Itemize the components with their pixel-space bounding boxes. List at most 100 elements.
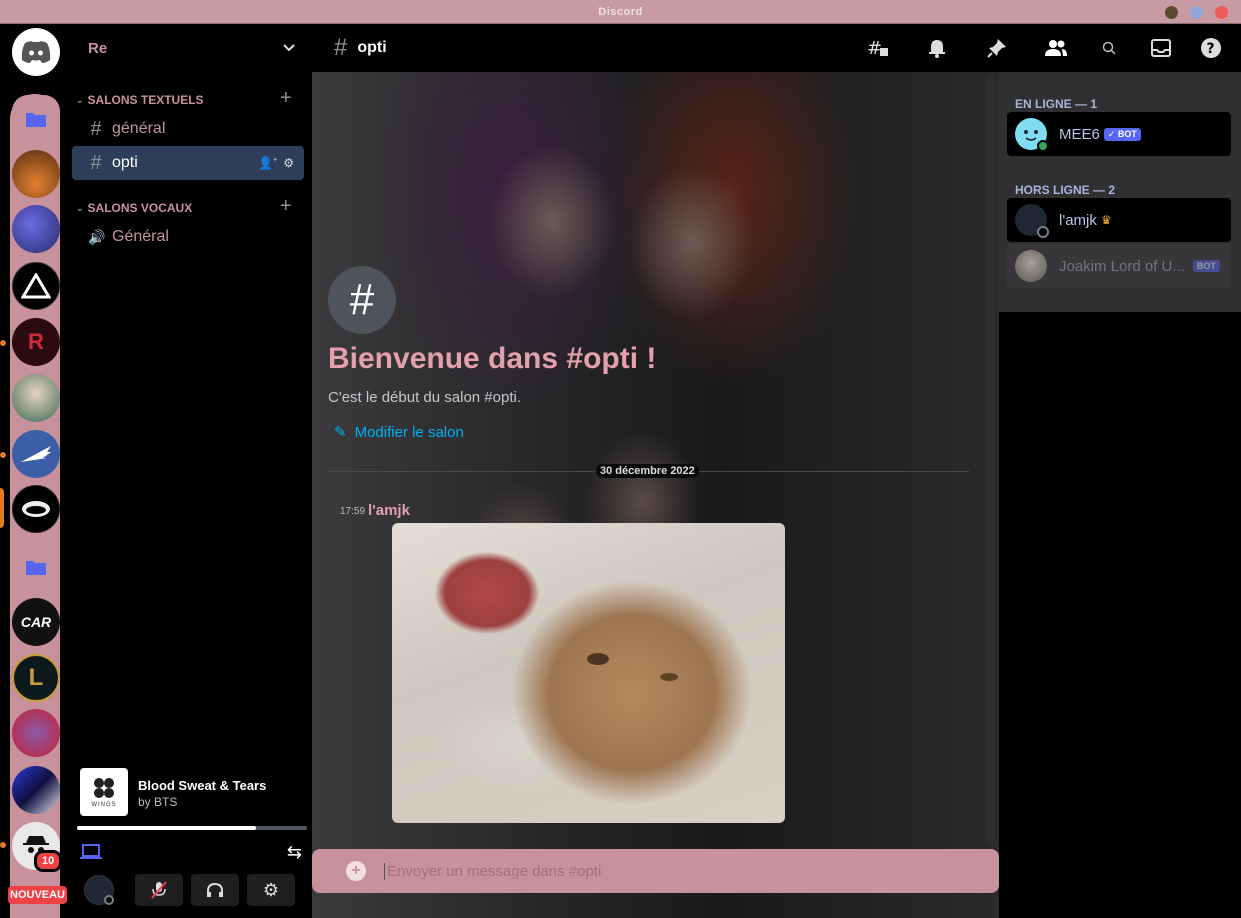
channel-label: opti [112,154,138,171]
hash-icon: # [90,117,102,140]
new-badge: NOUVEAU [8,886,68,904]
close-button[interactable] [1215,6,1228,19]
member-list-icon[interactable] [1044,24,1068,72]
chat-area: # opti # Bienvenue dans #opti ! C'est le… [312,24,999,918]
channel-general-voice[interactable]: 🔊 Général [72,220,304,254]
channel-header: # opti [312,24,999,72]
server-icon-wing[interactable] [12,430,60,478]
category-label: SALONS TEXTUELS [87,93,204,107]
server-icon-anime-green[interactable] [12,374,60,422]
crown-icon: ♛ [1100,213,1112,227]
channel-opti[interactable]: # opti 👤+ ⚙ [72,146,304,180]
channel-hash-avatar: # [328,266,396,334]
wings-logo-icon [94,778,114,798]
date-label: 30 décembre 2022 [596,464,699,478]
category-label: SALONS VOCAUX [87,201,193,215]
mute-button[interactable] [135,874,183,906]
user-settings-button[interactable]: ⚙ [247,874,295,906]
online-status-icon [1037,140,1049,152]
laptop-icon[interactable] [80,844,102,865]
category-text-channels[interactable]: ⌄ SALONS TEXTUELS + [76,87,292,109]
selected-indicator [0,488,4,528]
pencil-icon: ✎ [334,424,347,441]
mention-badge: 10 [34,850,63,872]
message-author[interactable]: l'amjk [368,502,410,519]
server-icon-r[interactable]: R [12,318,60,366]
avatar [1015,118,1049,152]
edit-channel-link[interactable]: ✎ Modifier le salon [334,423,464,442]
status-indicator [104,895,114,905]
channel-label: général [112,120,166,137]
gear-icon[interactable]: ⚙ [283,156,294,170]
help-icon[interactable]: ? [1199,24,1223,72]
add-channel-icon[interactable]: + [280,87,292,110]
member-joakim[interactable]: Joakim Lord of U... BOT [1007,244,1231,288]
member-name: Joakim Lord of U... [1059,257,1185,275]
unread-indicator [0,452,6,458]
inbox-icon[interactable] [1149,24,1173,72]
pin-icon[interactable] [985,24,1009,72]
wing-icon [21,446,51,462]
server-icon-character-red[interactable] [12,709,60,757]
headphones-icon [207,882,223,897]
member-name: MEE6 [1059,125,1100,143]
member-mee6[interactable]: MEE6 ✓ BOT [1007,112,1231,156]
offline-header: HORS LIGNE — 2 [1015,183,1116,197]
server-icon-alpha-code[interactable] [12,262,60,310]
server-icon-car[interactable]: CAR [12,598,60,646]
car-logo-icon: CAR [20,614,52,630]
server-icon-league[interactable]: L [12,654,60,702]
image-attachment[interactable] [392,523,785,823]
chevron-down-icon: ⌄ [76,202,84,213]
message-timestamp: 17:59 [340,506,366,517]
hash-icon: # [90,151,102,174]
home-button[interactable] [12,28,60,76]
track-title: Blood Sweat & Tears [138,778,267,793]
chevron-down-icon [282,40,296,56]
invite-icon[interactable]: 👤+ [258,156,277,170]
svg-text:#: # [867,38,882,58]
member-lamjk[interactable]: l'amjk ♛ [1007,198,1231,242]
guild-header[interactable]: Re [72,24,312,72]
scrollbar[interactable] [987,76,995,846]
unread-indicator [0,842,6,848]
gear-icon: ⚙ [262,879,280,900]
edit-channel-label: Modifier le salon [354,423,464,441]
message-composer[interactable]: + Envoyer un message dans #opti [312,849,999,893]
cat-eye [587,653,609,665]
deafen-button[interactable] [191,874,239,906]
cat-eye [660,673,678,681]
maximize-button[interactable] [1190,6,1203,19]
mask-icon [22,501,50,517]
album-art: WINGS [80,768,128,816]
unread-indicator [0,340,6,346]
folder-icon [26,113,46,127]
add-channel-icon[interactable]: + [280,195,292,218]
server-icon-desert[interactable] [12,150,60,198]
category-voice-channels[interactable]: ⌄ SALONS VOCAUX + [76,195,292,217]
server-icon-blue-art[interactable] [12,766,60,814]
muted-mic-icon [151,881,167,899]
threads-icon[interactable]: # [866,24,890,72]
add-attachment-icon[interactable]: + [346,861,366,881]
progress-fill [77,826,257,830]
avatar [1015,204,1049,238]
message-input[interactable]: Envoyer un message dans #opti [384,862,601,880]
league-logo-icon: L [28,664,44,691]
progress-bar[interactable] [77,826,307,830]
track-artist: by BTS [138,795,178,809]
r-logo-icon: R [28,329,44,354]
online-header: EN LIGNE — 1 [1015,97,1098,111]
search-icon[interactable] [1097,24,1121,72]
minimize-button[interactable] [1165,6,1178,19]
bot-badge: ✓ BOT [1103,127,1141,141]
channel-general-text[interactable]: # général [72,112,304,146]
server-folder-1[interactable] [12,95,60,143]
triangle-logo-icon [21,273,51,299]
repeat-icon[interactable]: ⇆ [287,842,302,863]
bell-icon[interactable] [925,24,949,72]
server-icon-mask[interactable] [12,485,60,533]
server-folder-2[interactable] [12,543,60,591]
discord-logo-icon [21,41,51,63]
server-icon-anime-blue[interactable] [12,205,60,253]
